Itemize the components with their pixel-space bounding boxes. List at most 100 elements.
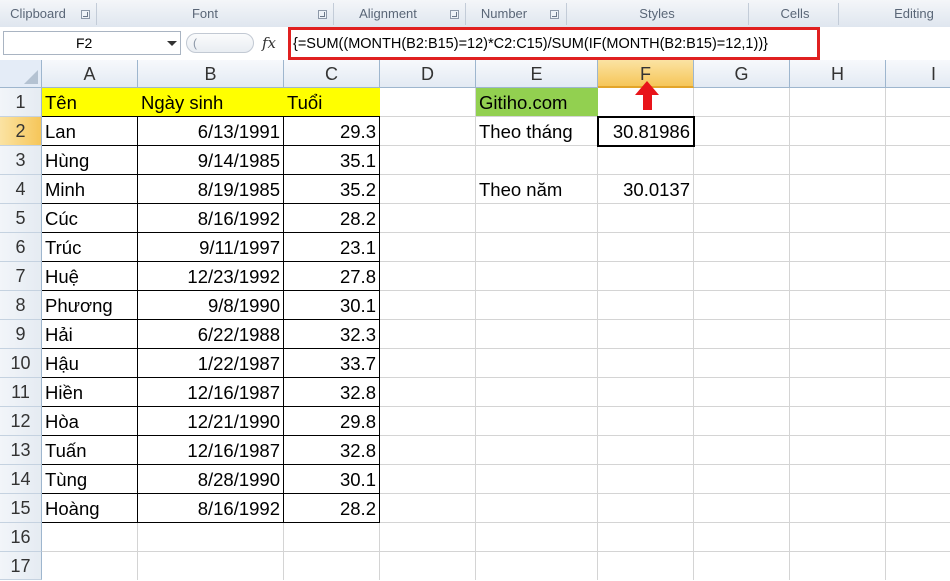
cell-c7[interactable]: 27.8 <box>284 262 379 290</box>
column-header-g[interactable]: G <box>694 60 790 88</box>
row-header-8[interactable]: 8 <box>0 291 42 320</box>
gridline <box>693 88 694 580</box>
insert-function-icon[interactable]: fx <box>262 33 276 53</box>
cell-c14[interactable]: 30.1 <box>284 465 379 493</box>
column-header-b[interactable]: B <box>138 60 284 88</box>
ribbon-group-labels: Clipboard Font Alignment Number Styles C… <box>0 0 950 28</box>
table-border <box>42 522 380 523</box>
column-header-i[interactable]: I <box>886 60 950 88</box>
table-border <box>379 117 380 522</box>
cell-c10[interactable]: 33.7 <box>284 349 379 377</box>
row-header-9[interactable]: 9 <box>0 320 42 349</box>
cell-a7[interactable]: Huệ <box>42 262 137 290</box>
cell-f4[interactable]: 30.0137 <box>598 175 693 203</box>
cell-a5[interactable]: Cúc <box>42 204 137 232</box>
cell-c4[interactable]: 35.2 <box>284 175 379 203</box>
cell-c12[interactable]: 29.8 <box>284 407 379 435</box>
cell-a10[interactable]: Hậu <box>42 349 137 377</box>
ribbon-group-number[interactable]: Number <box>477 0 531 27</box>
ribbon-separator <box>838 3 839 25</box>
cell-a6[interactable]: Trúc <box>42 233 137 261</box>
cell-c13[interactable]: 32.8 <box>284 436 379 464</box>
cell-a11[interactable]: Hiền <box>42 378 137 406</box>
row-header-16[interactable]: 16 <box>0 523 42 552</box>
worksheet-grid[interactable]: A B C D E F G H I 1 2 3 4 5 6 7 8 9 10 1… <box>0 60 950 580</box>
cell-c15[interactable]: 28.2 <box>284 494 379 522</box>
ribbon-group-alignment[interactable]: Alignment <box>352 0 424 27</box>
cell-b11[interactable]: 12/16/1987 <box>138 378 283 406</box>
cell-b13[interactable]: 12/16/1987 <box>138 436 283 464</box>
cell-c3[interactable]: 35.1 <box>284 146 379 174</box>
row-header-1[interactable]: 1 <box>0 88 42 117</box>
ribbon-group-clipboard[interactable]: Clipboard <box>6 0 70 27</box>
column-header-c[interactable]: C <box>284 60 380 88</box>
chevron-down-icon[interactable] <box>167 41 177 46</box>
cell-b4[interactable]: 8/19/1985 <box>138 175 283 203</box>
row-header-4[interactable]: 4 <box>0 175 42 204</box>
cell-b14[interactable]: 8/28/1990 <box>138 465 283 493</box>
row-header-7[interactable]: 7 <box>0 262 42 291</box>
cell-b5[interactable]: 8/16/1992 <box>138 204 283 232</box>
cell-c2[interactable]: 29.3 <box>284 117 379 145</box>
table-border <box>42 203 380 204</box>
column-header-h[interactable]: H <box>790 60 886 88</box>
column-header-a[interactable]: A <box>42 60 138 88</box>
ribbon-group-font[interactable]: Font <box>180 0 230 27</box>
clipboard-launcher-icon[interactable] <box>81 10 90 19</box>
cell-a13[interactable]: Tuấn <box>42 436 137 464</box>
cell-b7[interactable]: 12/23/1992 <box>138 262 283 290</box>
name-box[interactable]: F2 <box>3 31 181 55</box>
formula-input[interactable]: {=SUM((MONTH(B2:B15)=12)*C2:C15)/SUM(IF(… <box>288 27 820 60</box>
cell-c11[interactable]: 32.8 <box>284 378 379 406</box>
cell-c8[interactable]: 30.1 <box>284 291 379 319</box>
cell-e4[interactable]: Theo năm <box>476 175 597 203</box>
cell-a8[interactable]: Phương <box>42 291 137 319</box>
select-all-button[interactable] <box>0 60 42 88</box>
number-launcher-icon[interactable] <box>550 10 559 19</box>
row-header-10[interactable]: 10 <box>0 349 42 378</box>
cell-a2[interactable]: Lan <box>42 117 137 145</box>
cell-b8[interactable]: 9/8/1990 <box>138 291 283 319</box>
cell-b6[interactable]: 9/11/1997 <box>138 233 283 261</box>
cell-e2[interactable]: Theo tháng <box>476 117 597 145</box>
cell-c1[interactable]: Tuổi <box>284 88 380 116</box>
cell-a14[interactable]: Tùng <box>42 465 137 493</box>
cell-b1[interactable]: Ngày sinh <box>138 88 284 116</box>
row-header-6[interactable]: 6 <box>0 233 42 262</box>
formula-bar-splitter[interactable]: ( <box>186 33 254 53</box>
cell-b2[interactable]: 6/13/1991 <box>138 117 283 145</box>
row-header-15[interactable]: 15 <box>0 494 42 523</box>
cell-a3[interactable]: Hùng <box>42 146 137 174</box>
cell-b3[interactable]: 9/14/1985 <box>138 146 283 174</box>
table-border <box>42 145 380 146</box>
row-header-12[interactable]: 12 <box>0 407 42 436</box>
cell-e1-brand[interactable]: Gitiho.com <box>476 88 598 116</box>
cell-a15[interactable]: Hoàng <box>42 494 137 522</box>
ribbon-group-cells[interactable]: Cells <box>774 0 816 27</box>
cell-b12[interactable]: 12/21/1990 <box>138 407 283 435</box>
ribbon-group-styles[interactable]: Styles <box>632 0 682 27</box>
row-header-2[interactable]: 2 <box>0 117 42 146</box>
cell-a12[interactable]: Hòa <box>42 407 137 435</box>
cell-c5[interactable]: 28.2 <box>284 204 379 232</box>
cell-c9[interactable]: 32.3 <box>284 320 379 348</box>
alignment-launcher-icon[interactable] <box>450 10 459 19</box>
column-header-e[interactable]: E <box>476 60 598 88</box>
cell-c6[interactable]: 23.1 <box>284 233 379 261</box>
cell-b10[interactable]: 1/22/1987 <box>138 349 283 377</box>
row-header-13[interactable]: 13 <box>0 436 42 465</box>
table-border <box>42 319 380 320</box>
cell-b9[interactable]: 6/22/1988 <box>138 320 283 348</box>
ribbon-group-editing[interactable]: Editing <box>888 0 940 27</box>
cell-a9[interactable]: Hải <box>42 320 137 348</box>
row-header-3[interactable]: 3 <box>0 146 42 175</box>
column-header-d[interactable]: D <box>380 60 476 88</box>
row-header-11[interactable]: 11 <box>0 378 42 407</box>
cell-a4[interactable]: Minh <box>42 175 137 203</box>
row-header-17[interactable]: 17 <box>0 552 42 580</box>
cell-b15[interactable]: 8/16/1992 <box>138 494 283 522</box>
row-header-5[interactable]: 5 <box>0 204 42 233</box>
cell-a1[interactable]: Tên <box>42 88 138 116</box>
row-header-14[interactable]: 14 <box>0 465 42 494</box>
font-launcher-icon[interactable] <box>318 10 327 19</box>
